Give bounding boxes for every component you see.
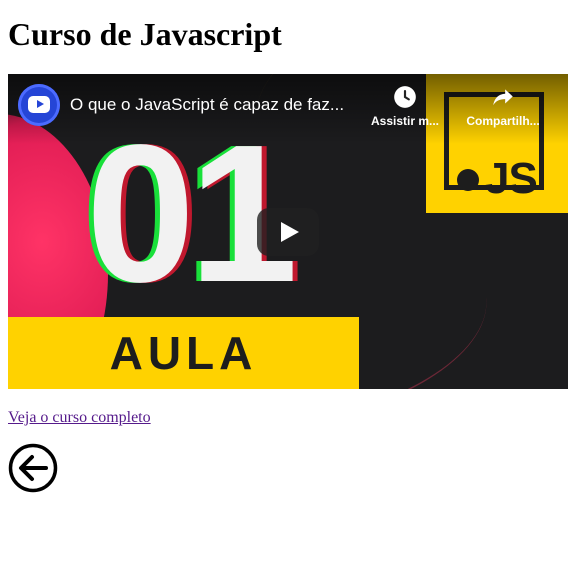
thumbnail-aula-band: AULA (8, 317, 359, 389)
youtube-video-embed[interactable]: 01 AULA JS O que o JavaScript é capaz de… (8, 74, 568, 389)
play-button[interactable] (257, 208, 319, 256)
full-course-link[interactable]: Veja o curso completo (8, 408, 151, 427)
clock-icon (394, 86, 416, 108)
channel-logo-play-icon (37, 100, 44, 108)
play-icon (281, 222, 299, 242)
share-label: Compartilh... (466, 114, 540, 128)
js-logo-dot (457, 169, 479, 191)
page-title: Curso de Javascript (8, 16, 282, 52)
arrow-left-circle-icon (8, 443, 58, 493)
thumbnail-aula-text: AULA (109, 327, 258, 379)
youtube-channel-avatar-icon[interactable] (18, 84, 60, 126)
share-arrow-icon (493, 89, 513, 106)
video-title[interactable]: O que o JavaScript é capaz de faz... (70, 95, 358, 115)
watch-later-button[interactable]: Assistir m... (362, 84, 448, 136)
back-button[interactable] (8, 443, 58, 493)
watch-later-label: Assistir m... (370, 114, 440, 128)
share-button[interactable]: Compartilh... (460, 84, 546, 136)
js-logo-text: JS (485, 154, 538, 203)
